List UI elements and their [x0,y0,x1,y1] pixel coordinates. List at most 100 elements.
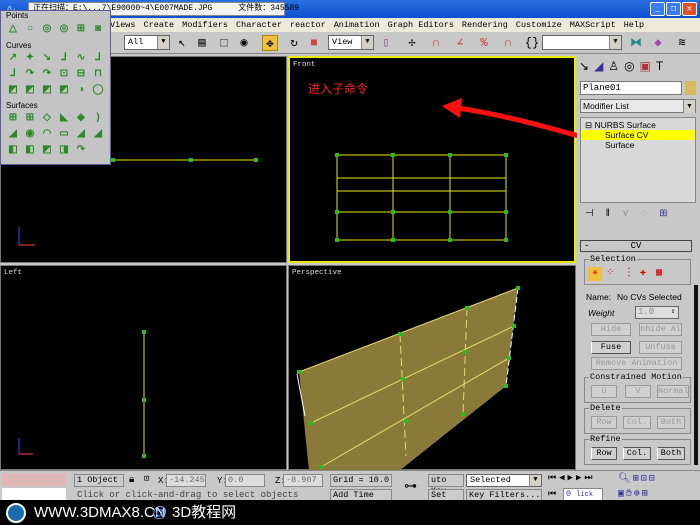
menu-help[interactable]: Help [624,18,644,32]
nurbs-tool-icon[interactable]: ⅃ [7,68,19,80]
zoom-extents-icon[interactable]: ⊡ [641,474,649,485]
pin-stack-icon[interactable]: ⊣ [585,208,606,219]
fov-icon[interactable]: ▣ [618,489,626,500]
menu-character[interactable]: Character [236,18,282,32]
menu-graph-editors[interactable]: Graph Editors [388,18,454,32]
manipulate-icon[interactable]: ✢ [404,35,420,51]
row-select-icon[interactable]: ⁘ [606,267,614,279]
nurbs-tool-icon[interactable]: ↷ [75,144,87,156]
unfuse-button[interactable]: Unfuse [639,341,682,354]
region-select-icon[interactable]: ⬚ [216,35,232,51]
menu-maxscript[interactable]: MAXScript [570,18,616,32]
select-icon[interactable]: ↖ [174,35,190,51]
cv-level-icon[interactable]: ✳ [588,267,602,281]
angle-snap-icon[interactable]: ∠ [452,35,468,51]
pan-icon[interactable]: ✋︎ [626,489,634,500]
pivot-icon[interactable]: ▯ [378,35,394,51]
nurbs-tool-icon[interactable]: ↷ [24,68,36,80]
nurbs-tool-icon[interactable]: ◢ [7,128,19,140]
rotate-icon[interactable]: ↻ [286,35,302,51]
nurbs-tool-icon[interactable]: ⊡ [58,68,70,80]
window-crossing-icon[interactable]: ◉ [236,35,252,51]
select-by-name-icon[interactable]: ▤ [194,35,210,51]
nurbs-tool-icon[interactable]: ↘ [41,52,53,64]
y-coordinate-field[interactable]: 0.0 [225,474,265,487]
nurbs-tool-icon[interactable]: ↗ [7,52,19,64]
nurbs-tool-icon[interactable]: ◧ [7,144,19,156]
percent-snap-icon[interactable]: % [476,35,492,51]
hide-button[interactable]: Hide [591,323,631,336]
goto-start-icon[interactable]: ⏮ [548,473,559,483]
layers-icon[interactable]: ≋ [674,35,690,51]
goto-end-icon[interactable]: ⏭ [584,473,595,483]
nurbs-tool-icon[interactable]: ⅃ [92,52,104,64]
nurbs-tool-icon[interactable]: ◙ [92,23,104,35]
nurbs-tool-icon[interactable]: ◎ [41,23,53,35]
x-coordinate-field[interactable]: -14.245 [166,474,206,487]
scale-icon[interactable]: ■ [306,35,322,51]
menu-animation[interactable]: Animation [334,18,380,32]
nurbs-tool-icon[interactable]: ) [92,112,104,124]
nurbs-tool-icon[interactable]: ◩ [41,144,53,156]
key-mode-toggle-icon[interactable]: ⏮ [548,489,556,499]
normal-button[interactable]: Normal [657,385,689,398]
u-button[interactable]: U [591,385,617,398]
z-coordinate-field[interactable]: -8.907 [283,474,323,487]
nurbs-tool-icon[interactable]: ▭ [58,128,70,140]
nurbs-tool-icon[interactable]: ◨ [58,144,70,156]
panel-scrollbar[interactable] [694,285,698,465]
move-icon[interactable]: ✥ [262,35,278,51]
nurbs-tool-icon[interactable]: ⊞ [7,112,19,124]
nurbs-tool-icon[interactable]: ⅃ [58,52,70,64]
align-icon[interactable]: ◆ [650,35,666,51]
viewport-perspective[interactable]: Perspective [288,265,576,471]
make-unique-icon[interactable]: ∨ [622,208,641,219]
stack-item[interactable]: ⊟ NURBS Surface [581,120,695,130]
nurbs-tool-icon[interactable]: ◢ [75,128,87,140]
close-button[interactable]: ✕ [682,2,697,16]
delete-row-button[interactable]: Row [591,416,617,429]
nurbs-tool-icon[interactable]: ◑ [75,84,87,96]
nurbs-tool-icon[interactable]: ⊟ [75,68,87,80]
absolute-mode-icon[interactable]: ⊡ [144,474,149,484]
stack-item-selected[interactable]: Surface CV [581,130,695,140]
nurbs-tool-icon[interactable]: ⊞ [24,112,36,124]
viewport-front[interactable]: Front 进入子命令 [288,56,576,263]
display-tab-icon[interactable]: ▣ [640,59,656,73]
configure-sets-icon[interactable]: ⊞ [659,208,679,219]
play-icon[interactable]: ▶ [568,473,576,483]
nurbs-tool-icon[interactable]: ◣ [58,112,70,124]
create-tab-icon[interactable]: ↘ [579,59,594,73]
nurbs-tool-icon[interactable]: ◩ [24,84,36,96]
reference-coord-dropdown[interactable]: View ▼ [328,35,374,50]
nurbs-tool-icon[interactable]: ◢ [92,128,104,140]
orbit-icon[interactable]: ⊕ [634,489,642,500]
show-end-result-icon[interactable]: ‖ [606,208,622,219]
snap-3d-icon[interactable]: ∩ [428,35,444,51]
viewport-left[interactable]: Left [0,265,287,470]
unhide-all-button[interactable]: nhide Al [639,323,682,336]
fuse-button[interactable]: Fuse [591,341,631,354]
nurbs-tool-icon[interactable]: ◉ [24,128,36,140]
auto-key-button[interactable]: uto Key [428,474,464,496]
object-name-field[interactable]: Plane01 [580,81,682,95]
minimize-button[interactable]: _ [650,2,665,16]
stack-item[interactable]: Surface [581,140,695,150]
nurbs-tool-icon[interactable]: ◩ [41,84,53,96]
modify-tab-icon[interactable]: ◢ [594,59,608,73]
nurbs-tool-icon[interactable]: △ [7,23,19,35]
v-button[interactable]: V [625,385,651,398]
modifier-list-dropdown[interactable]: Modifier List ▼ [580,99,696,113]
restore-button[interactable]: ❐ [666,2,681,16]
nurbs-tool-icon[interactable]: ◆ [75,112,87,124]
nurbs-tool-icon[interactable]: ◧ [24,144,36,156]
prev-frame-icon[interactable]: ◀ [559,473,567,483]
utilities-tab-icon[interactable]: T [656,59,668,73]
hierarchy-tab-icon[interactable]: ♙ [608,59,624,73]
menu-views[interactable]: Views [110,18,136,32]
nurbs-tool-icon[interactable]: ◎ [58,23,70,35]
nurbs-tool-icon[interactable]: ⊞ [75,23,87,35]
zoom-icon[interactable]: 🔍︎ [618,474,633,485]
key-icon[interactable]: ⊶ [404,479,417,494]
selection-filter-dropdown[interactable]: All ▼ [124,35,170,50]
